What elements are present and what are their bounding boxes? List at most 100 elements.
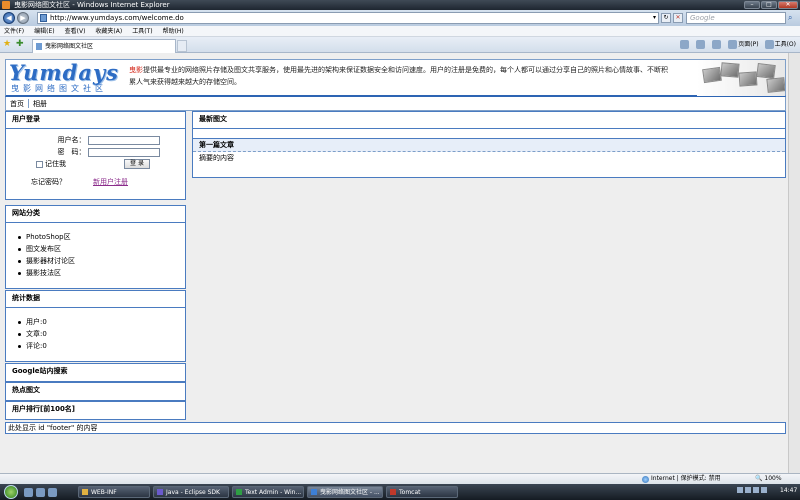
search-icon[interactable]: ⌕ <box>788 13 792 23</box>
home-button[interactable] <box>680 40 690 50</box>
tab-current[interactable]: 曳影网络图文社区 <box>32 39 176 53</box>
article-summary: 摘要的内容 <box>199 154 234 162</box>
latest-posts-divider <box>193 129 785 139</box>
close-button[interactable]: ✕ <box>778 1 798 9</box>
menu-tools[interactable]: 工具(T) <box>132 26 152 36</box>
taskbar-item-eclipse[interactable]: Java - Eclipse SDK <box>153 486 229 498</box>
latest-posts-panel: 最新图文 第一篇文章 摘要的内容 <box>192 111 786 178</box>
vertical-scrollbar[interactable] <box>788 53 800 473</box>
tools-menu[interactable]: 工具(O) <box>764 40 796 50</box>
stats-panel: 统计数据 用户:0 文章:0 评论:0 <box>5 290 186 362</box>
google-search-panel: Google站内搜索 <box>5 363 186 382</box>
add-favorite-icon[interactable]: ✚ <box>16 40 24 49</box>
page-menu-label: 页面(P) <box>738 41 759 48</box>
category-list: PhotoShop区 图文发布区 摄影器材讨论区 摄影技法区 <box>18 231 179 279</box>
ie-icon <box>311 489 317 495</box>
password-row: 密 码： <box>32 146 179 158</box>
back-button[interactable]: ◀ <box>3 12 15 24</box>
maximize-button[interactable]: □ <box>761 1 777 9</box>
menu-help[interactable]: 帮助(H) <box>163 26 184 36</box>
new-tab-button[interactable] <box>177 40 187 52</box>
address-field[interactable]: http://www.yumdays.com/welcome.do ▾ <box>37 12 659 24</box>
menu-file[interactable]: 文件(F) <box>4 26 24 36</box>
category-link-photoshop[interactable]: PhotoShop区 <box>18 231 179 243</box>
window-titlebar: 曳影网络图文社区 - Windows Internet Explorer – □… <box>0 0 800 10</box>
nav-album-link[interactable]: 相册 <box>33 99 47 109</box>
categories-body: PhotoShop区 图文发布区 摄影器材讨论区 摄影技法区 <box>6 223 185 284</box>
tomcat-icon <box>390 489 396 495</box>
print-button[interactable] <box>712 40 722 50</box>
tab-label: 曳影网络图文社区 <box>45 43 94 50</box>
print-icon <box>712 40 722 49</box>
quick-launch-icon[interactable] <box>36 487 45 497</box>
menu-favorites[interactable]: 收藏夹(A) <box>95 26 122 36</box>
taskbar-item-text-admin[interactable]: Text Admin - Win... <box>232 486 304 498</box>
username-input[interactable] <box>87 135 160 145</box>
feeds-button[interactable] <box>696 40 706 50</box>
taskbar-item-web-inf[interactable]: WEB-INF <box>78 486 150 498</box>
stats-panel-title: 统计数据 <box>6 291 185 308</box>
header-photo <box>738 71 758 87</box>
stop-icon[interactable]: ✕ <box>673 13 683 23</box>
taskbar-item-label: WEB-INF <box>91 489 117 496</box>
category-link-publishing[interactable]: 图文发布区 <box>18 243 179 255</box>
minimize-button[interactable]: – <box>744 1 760 9</box>
tab-bar: ★ ✚ 曳影网络图文社区 页面(P) 工具(O) <box>0 37 800 53</box>
header-photo <box>766 77 785 93</box>
taskbar-clock[interactable]: 14:47 <box>780 487 797 494</box>
login-panel-title: 用户登录 <box>6 112 185 129</box>
taskbar-item-label: Java - Eclipse SDK <box>166 489 220 496</box>
quick-launch-icon[interactable] <box>48 487 57 497</box>
quick-launch-icon[interactable] <box>24 487 33 497</box>
article-title-link[interactable]: 第一篇文章 <box>193 139 785 152</box>
tray-icon[interactable] <box>745 487 751 493</box>
status-bar: Internet | 保护模式: 禁用 🔍 100% <box>0 473 800 484</box>
intro-brand: 曳影 <box>129 66 143 74</box>
google-search-title: Google站内搜索 <box>6 364 185 381</box>
nav-home-link[interactable]: 首页 <box>10 99 24 109</box>
menu-edit[interactable]: 编辑(E) <box>34 26 54 36</box>
stat-comments: 评论:0 <box>18 340 179 352</box>
username-row: 用户名： <box>32 134 179 146</box>
favorites-star-icon[interactable]: ★ <box>3 40 11 49</box>
remember-checkbox[interactable] <box>36 160 43 168</box>
refresh-icon[interactable]: ↻ <box>661 13 671 23</box>
start-button[interactable] <box>4 485 18 499</box>
site-footer: 此处显示 id "footer" 的内容 <box>5 422 786 434</box>
stat-articles: 文章:0 <box>18 328 179 340</box>
header-photo <box>720 62 740 78</box>
page-menu[interactable]: 页面(P) <box>728 40 759 50</box>
categories-panel-title: 网站分类 <box>6 206 185 223</box>
site-logo[interactable]: Yumdays 曳影网络图文社区 <box>9 62 124 96</box>
register-link[interactable]: 新用户注册 <box>93 177 128 187</box>
page-viewport: Yumdays 曳影网络图文社区 曳影提供最专业的网络照片存储及图文共享服务，使… <box>0 53 800 473</box>
forward-button[interactable]: ▶ <box>17 12 29 24</box>
taskbar-item-label: Text Admin - Win... <box>245 489 302 496</box>
taskbar-item-tomcat[interactable]: Tomcat <box>386 486 458 498</box>
login-button[interactable]: 登 录 <box>124 159 150 169</box>
category-link-technique[interactable]: 摄影技法区 <box>18 267 179 279</box>
taskbar-item-label: Tomcat <box>399 489 421 496</box>
tray-icon[interactable] <box>761 487 767 493</box>
header-photo-collage <box>697 60 785 96</box>
tray-icon[interactable] <box>737 487 743 493</box>
chevron-down-icon[interactable]: ▾ <box>653 13 656 23</box>
menu-view[interactable]: 查看(V) <box>65 26 86 36</box>
address-toolbar: ◀ ▶ http://www.yumdays.com/welcome.do ▾ … <box>0 10 800 26</box>
gear-icon <box>764 40 774 49</box>
site-nav: 首页 相册 <box>5 97 786 111</box>
zoom-level[interactable]: 🔍 100% <box>755 474 782 484</box>
category-link-equipment[interactable]: 摄影器材讨论区 <box>18 255 179 267</box>
security-zone[interactable]: Internet | 保护模式: 禁用 <box>642 474 721 484</box>
folder-icon <box>82 489 88 495</box>
login-form: 用户名： 密 码： 记住我 登 录 忘记密码？ 新用户注册 <box>6 129 185 192</box>
page-icon <box>40 14 47 22</box>
search-input[interactable]: Google <box>686 12 786 24</box>
stat-users: 用户:0 <box>18 316 179 328</box>
tray-icon[interactable] <box>753 487 759 493</box>
password-input[interactable] <box>87 147 160 157</box>
remember-row: 记住我 登 录 <box>36 158 179 170</box>
stats-list: 用户:0 文章:0 评论:0 <box>18 316 179 352</box>
taskbar-item-ie[interactable]: 曳影网络图文社区 - ... <box>307 486 383 498</box>
window-controls: – □ ✕ <box>744 1 798 9</box>
